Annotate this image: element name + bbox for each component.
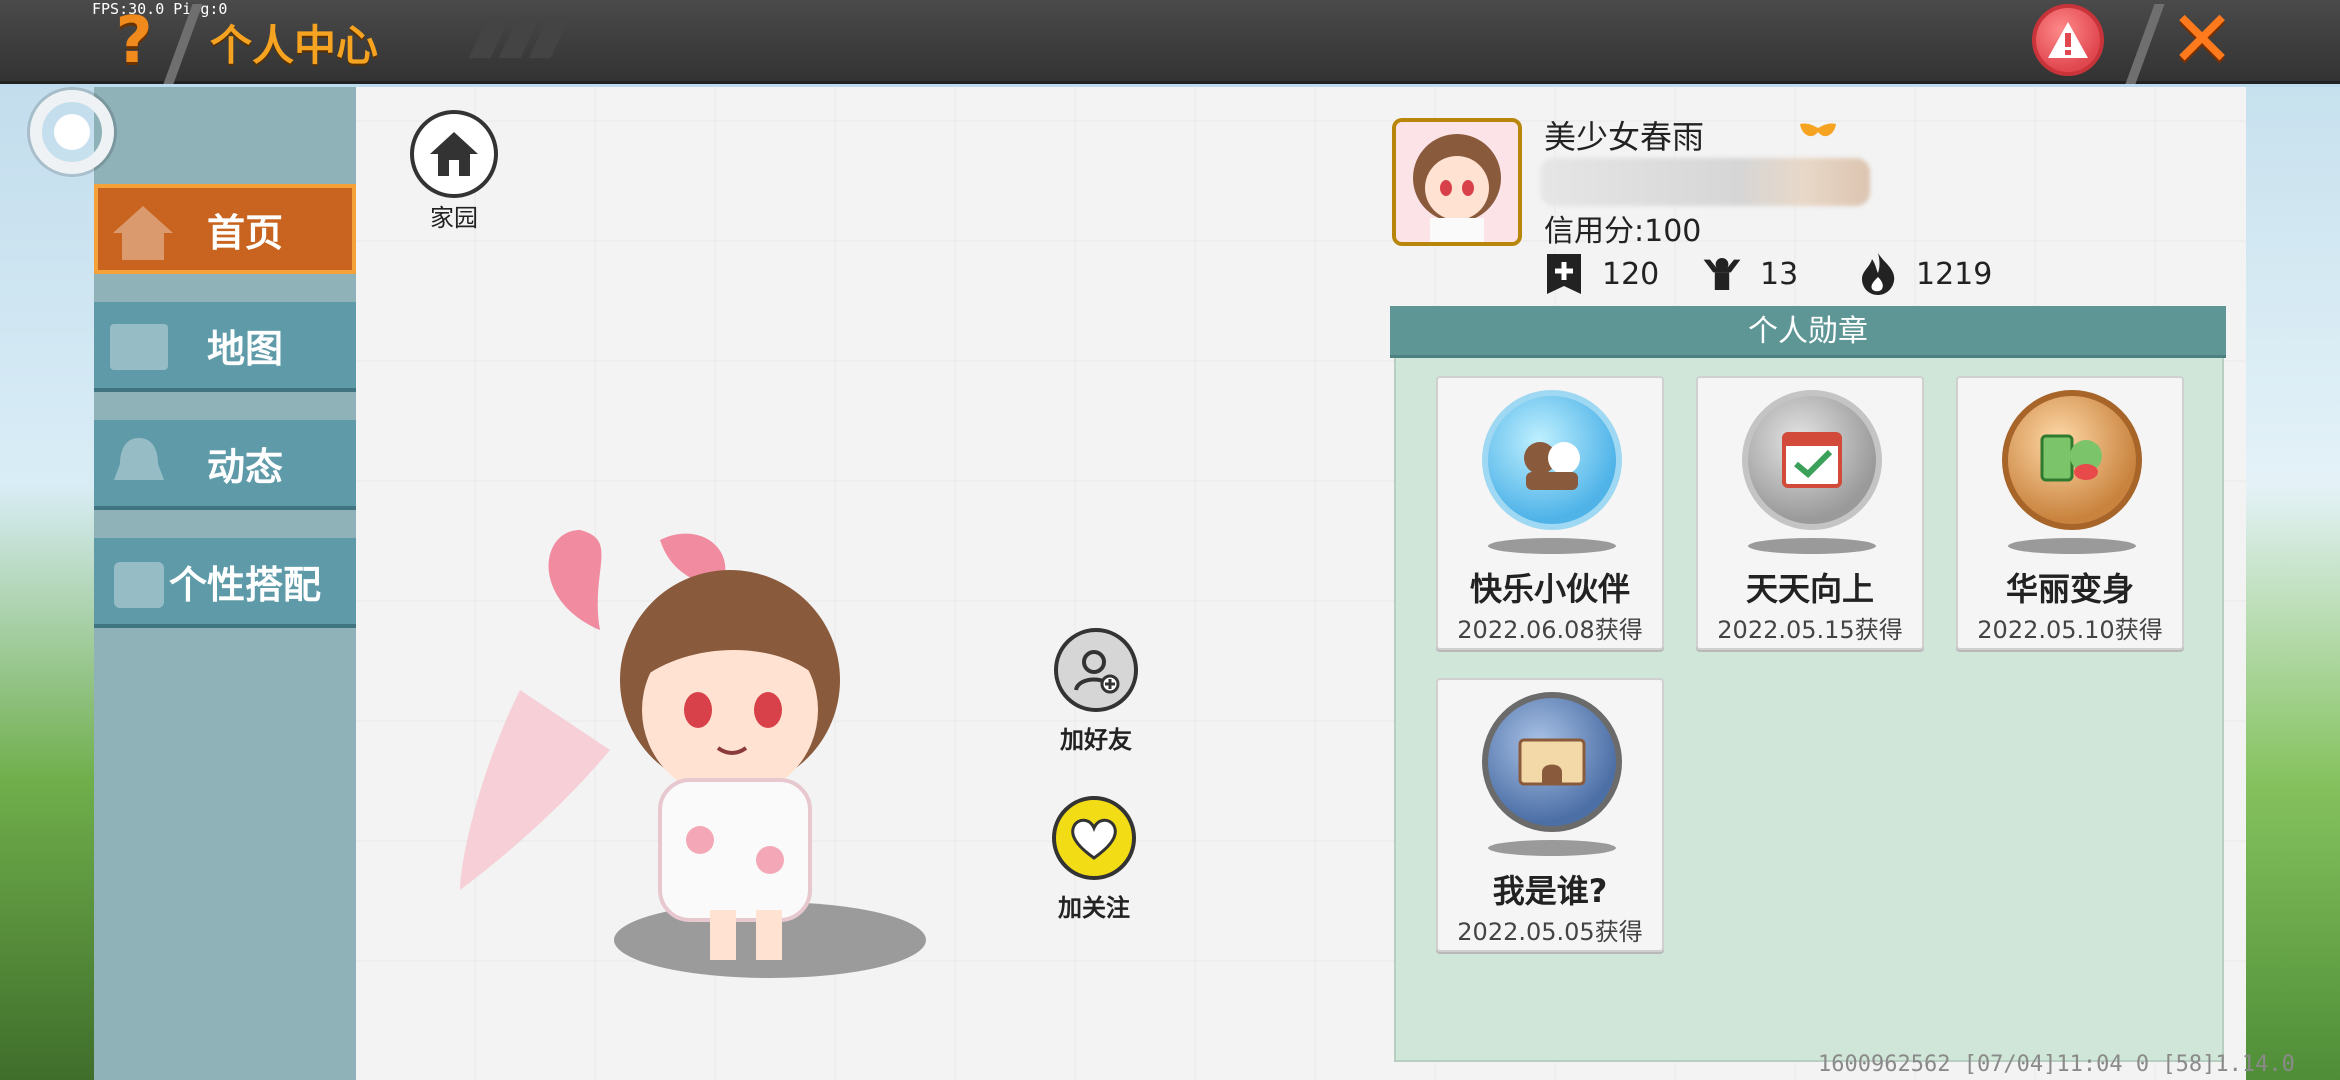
follow-label: 加关注 (1058, 894, 1130, 922)
medal-card[interactable]: 华丽变身 2022.05.10获得 (1956, 376, 2184, 650)
character-avatar (460, 530, 926, 978)
medal-daily-up-icon (1742, 390, 1882, 530)
medal-card[interactable]: 快乐小伙伴 2022.06.08获得 (1436, 376, 1664, 650)
bell-tab-icon (114, 438, 164, 480)
username: 美少女春雨 (1544, 118, 1705, 156)
medal-date: 2022.05.05获得 (1457, 918, 1643, 946)
stat-value: 120 (1602, 256, 1660, 292)
add-friend-label: 加好友 (1060, 726, 1132, 754)
add-friend-button[interactable] (1054, 628, 1138, 712)
stat-value: 13 (1760, 256, 1799, 292)
stat-fans: 13 (1702, 252, 1798, 296)
tab-label: 地图 (206, 326, 283, 371)
report-button[interactable] (2032, 4, 2104, 76)
credit-score: 信用分:100 (1544, 214, 1702, 249)
medal-shadow (1488, 840, 1616, 856)
medal-name: 快乐小伙伴 (1469, 570, 1630, 608)
heart-icon (1071, 818, 1117, 860)
tab-map[interactable]: 地图 (94, 302, 356, 392)
stat-popularity: 1219 (1858, 252, 1992, 296)
add-friend-icon (1074, 650, 1120, 694)
follow-button[interactable] (1052, 796, 1136, 880)
medal-date: 2022.05.15获得 (1717, 616, 1903, 644)
blurred-info (1540, 158, 1870, 206)
divider (2125, 4, 2165, 84)
tab-home[interactable]: 首页 (94, 184, 356, 274)
tab-label: 个性搭配 (168, 562, 321, 607)
stat-likes: 120 (1544, 252, 1659, 296)
medal-date: 2022.06.08获得 (1457, 616, 1643, 644)
medal-name: 我是谁? (1492, 872, 1608, 910)
medal-shadow (2008, 538, 2136, 554)
home-label: 家园 (430, 204, 478, 232)
fire-icon (1858, 252, 1898, 296)
stat-value: 1219 (1916, 256, 1993, 292)
page-title: 个人中心 (210, 21, 379, 70)
medal-who-am-i-icon (1482, 692, 1622, 832)
medal-name: 天天向上 (1745, 570, 1874, 608)
plus-badge-icon (1544, 252, 1584, 296)
footer-id: 1600962562 [07/04]11:04 0 [58]1.14.0 (1818, 1052, 2295, 1077)
close-button[interactable]: ✕ (2166, 1, 2238, 79)
medal-card[interactable]: 天天向上 2022.05.15获得 (1696, 376, 1924, 650)
house-icon (430, 132, 478, 176)
fan-icon (1702, 252, 1742, 296)
medal-header: 个人勋章 (1390, 306, 2226, 358)
avatar[interactable] (1392, 118, 1522, 246)
map-tab-icon (110, 324, 168, 370)
avatar-portrait (1396, 122, 1518, 242)
tab-outfit[interactable]: 个性搭配 (94, 538, 356, 628)
medal-card[interactable]: 我是谁? 2022.05.05获得 (1436, 678, 1664, 952)
home-button[interactable] (410, 110, 498, 198)
outfit-tab-icon (114, 562, 164, 608)
tab-dynamics[interactable]: 动态 (94, 420, 356, 510)
medal-shadow (1748, 538, 1876, 554)
warning-icon (2048, 22, 2088, 58)
background-right (2246, 87, 2340, 1080)
home-tab-icon (113, 206, 173, 260)
medal-date: 2022.05.10获得 (1977, 616, 2163, 644)
background-left (0, 87, 94, 1080)
medal-name: 华丽变身 (2005, 570, 2134, 608)
medal-gorgeous-transform-icon (2002, 390, 2142, 530)
top-bar: FPS:30.0 Ping:0 ? 个人中心 ✕ (0, 0, 2340, 84)
floating-ball-icon[interactable] (30, 90, 114, 174)
help-icon[interactable]: ? (108, 8, 160, 74)
mask-icon (1800, 123, 1836, 137)
tab-label: 动态 (206, 444, 283, 489)
medal-shadow (1488, 538, 1616, 554)
tab-label: 首页 (206, 210, 283, 255)
medal-happy-partner-icon (1482, 390, 1622, 530)
